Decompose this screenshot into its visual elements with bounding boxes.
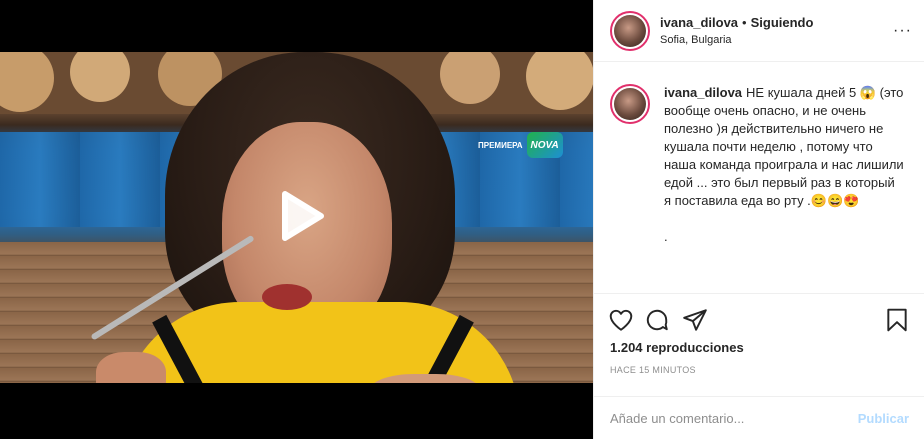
- post-header: ivana_dilova • Siguiendo Sofia, Bulgaria…: [594, 0, 924, 62]
- play-icon[interactable]: [265, 184, 329, 248]
- post-timestamp[interactable]: HACE 15 MINUTOS: [610, 365, 696, 375]
- separator-dot: •: [742, 15, 747, 30]
- view-count[interactable]: 1.204 reproducciones: [610, 340, 744, 355]
- post-sidebar: ivana_dilova • Siguiendo Sofia, Bulgaria…: [593, 0, 924, 439]
- follow-status-button[interactable]: Siguiendo: [751, 15, 814, 30]
- heart-icon[interactable]: [608, 307, 634, 333]
- video-player[interactable]: ПРЕМИЕРА NOVA: [0, 0, 593, 439]
- comment-bar: Publicar: [594, 396, 924, 439]
- channel-badge: ПРЕМИЕРА NOVA: [478, 132, 563, 158]
- more-icon[interactable]: ···: [893, 22, 912, 40]
- share-icon[interactable]: [682, 307, 708, 333]
- caption-username-link[interactable]: ivana_dilova: [664, 85, 742, 100]
- instagram-post-modal: ПРЕМИЕРА NOVA ivana_dilova • Siguiendo S…: [0, 0, 924, 439]
- post-header-info: ivana_dilova • Siguiendo Sofia, Bulgaria: [660, 15, 813, 46]
- avatar[interactable]: [610, 84, 650, 124]
- publish-button[interactable]: Publicar: [858, 411, 909, 426]
- caption-block: ivana_dilova НЕ кушала дней 5 😱 (это вооб…: [594, 62, 924, 294]
- location-link[interactable]: Sofia, Bulgaria: [660, 34, 813, 46]
- action-bar: [594, 296, 924, 336]
- post-header-line: ivana_dilova • Siguiendo: [660, 15, 813, 30]
- caption-text: НЕ кушала дней 5 😱 (это вообще очень опа…: [664, 85, 904, 208]
- person-mouth: [262, 284, 312, 310]
- comment-icon[interactable]: [644, 307, 670, 333]
- channel-badge-text: ПРЕМИЕРА: [478, 140, 523, 150]
- caption-trailing-dot: .: [664, 229, 668, 244]
- channel-logo: NOVA: [526, 132, 563, 158]
- bookmark-icon[interactable]: [884, 307, 910, 333]
- username-link[interactable]: ivana_dilova: [660, 15, 738, 30]
- person-hand: [96, 352, 166, 383]
- avatar[interactable]: [610, 10, 650, 51]
- caption: ivana_dilova НЕ кушала дней 5 😱 (это вооб…: [664, 84, 904, 293]
- comment-input[interactable]: [610, 410, 858, 426]
